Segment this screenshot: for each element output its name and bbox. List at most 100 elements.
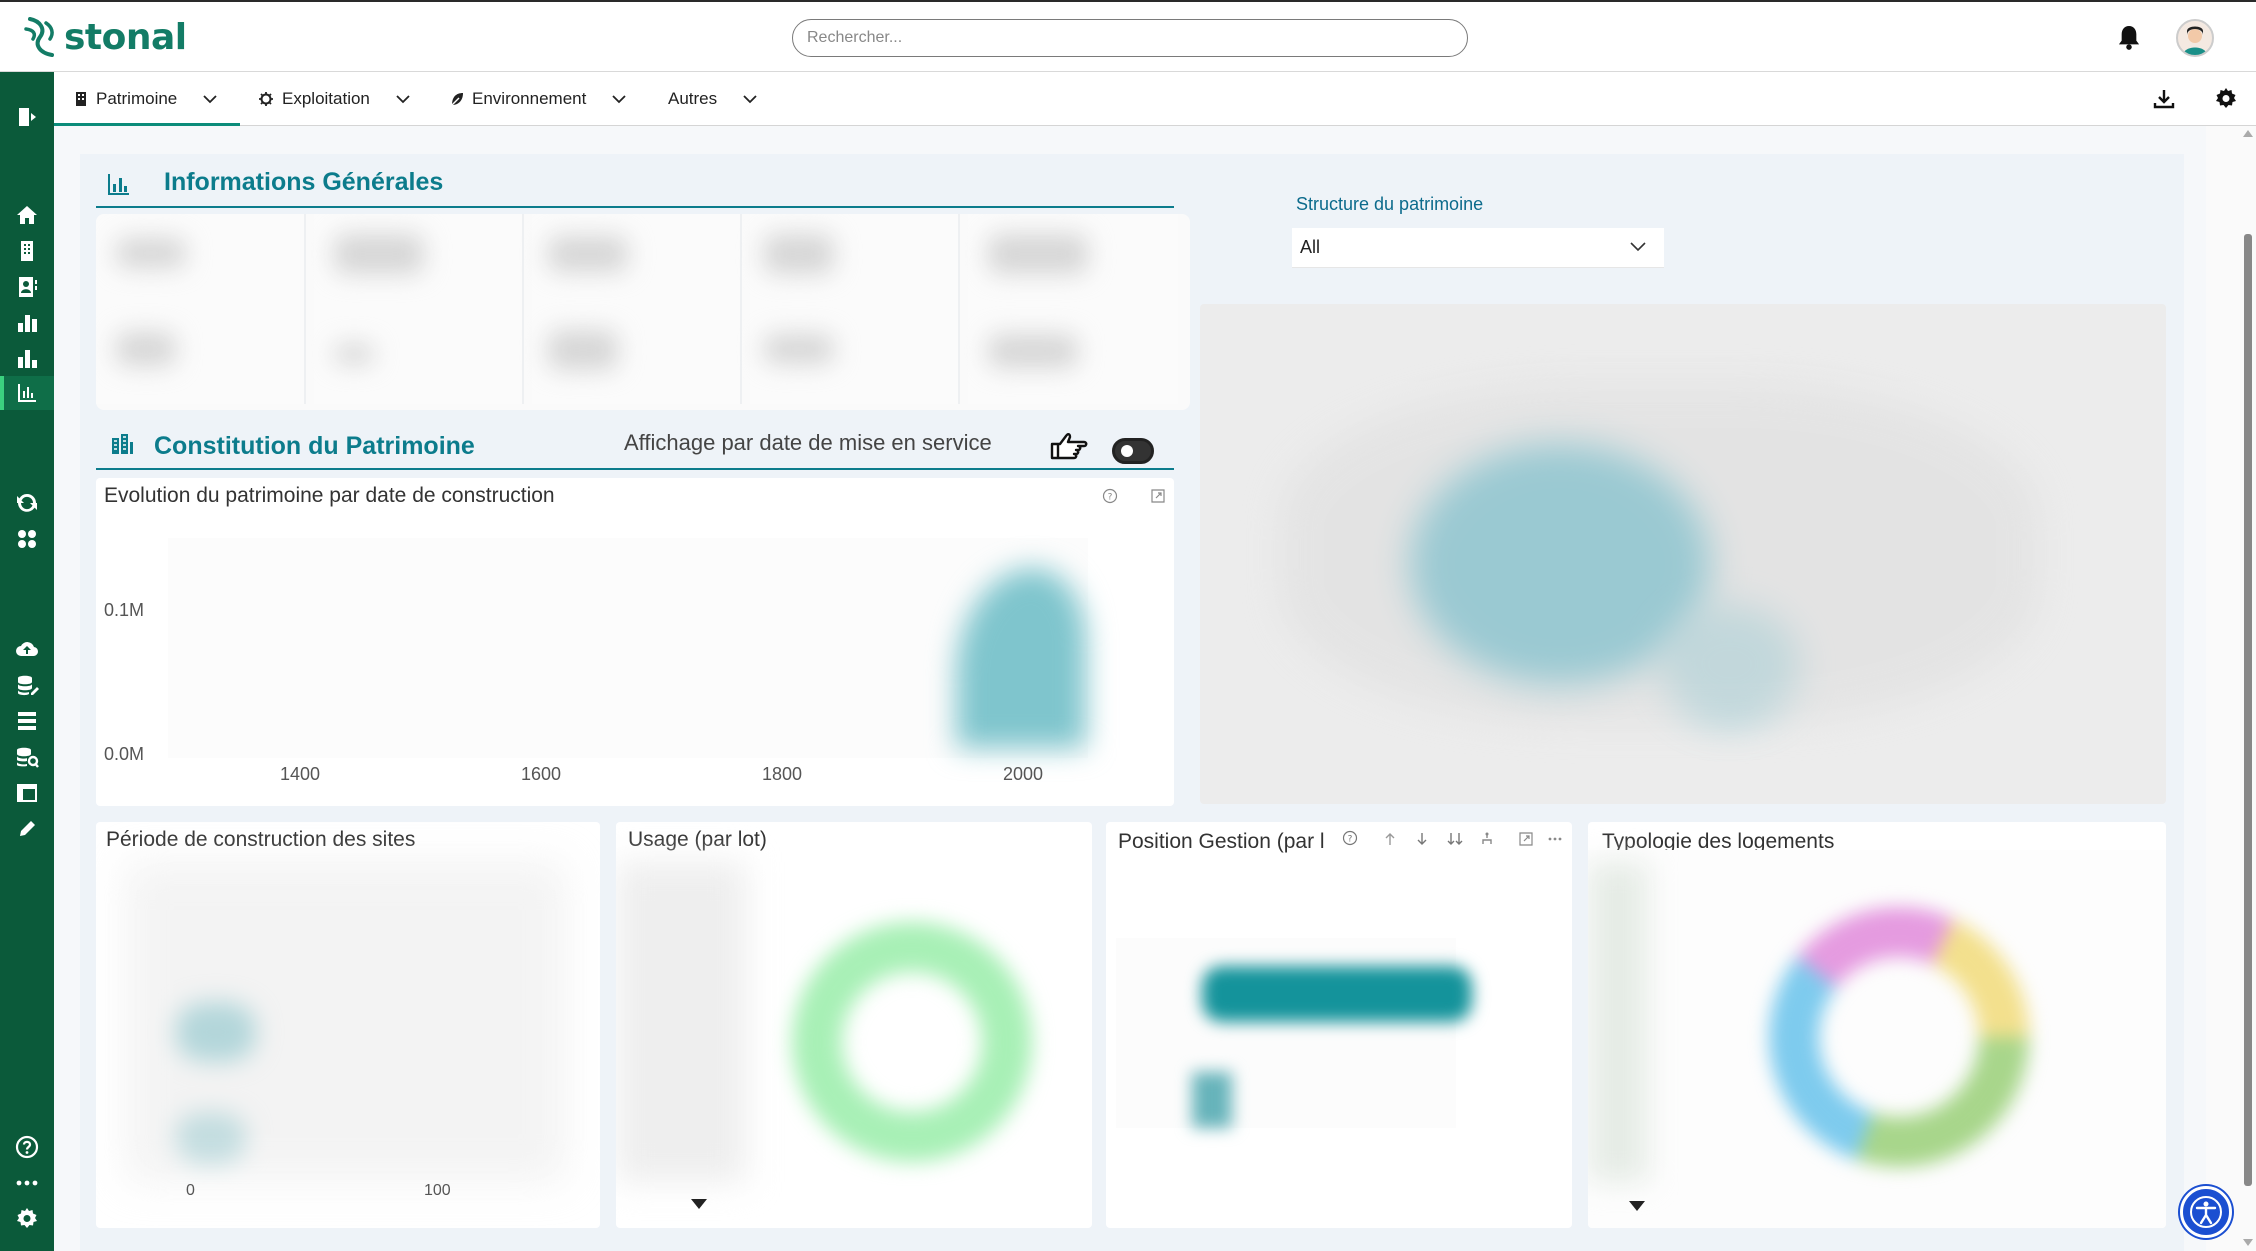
chevron-down-icon [203,95,217,104]
building-icon[interactable] [13,238,41,264]
bar-chart-icon[interactable] [13,310,41,336]
search-placeholder: Rechercher... [807,29,903,46]
caret-down-icon[interactable] [690,1198,708,1210]
nav-item-exploitation[interactable]: Exploitation [258,72,410,126]
drill-hierarchy-icon[interactable] [1480,832,1494,846]
date-toggle-switch[interactable] [1112,438,1154,464]
section-divider [96,468,1174,470]
top-bar: stonal Rechercher... [0,0,2256,72]
kpi-grid [96,214,1190,410]
kpi-card [96,214,306,404]
cloud-upload-icon[interactable] [13,636,41,662]
user-avatar-icon [2183,26,2207,55]
help-icon[interactable] [13,1134,41,1160]
database-search-icon[interactable] [13,744,41,770]
sync-icon[interactable] [13,490,41,516]
search-input[interactable]: Rechercher... [792,19,1468,57]
svg-text:?: ? [1108,493,1113,503]
section-divider [96,206,1174,208]
chart-section-icon [108,174,129,195]
logout-icon[interactable] [13,104,41,130]
nav-item-environnement[interactable]: Environnement [450,72,626,126]
logo-text: stonal [64,16,187,58]
x-tick-label: 1800 [762,764,803,784]
chevron-down-icon [396,95,410,104]
bell-icon[interactable] [2118,24,2140,50]
map-visual[interactable] [1200,304,2166,804]
nav-item-patrimoine[interactable]: Patrimoine [74,72,217,126]
kpi-card [750,214,960,404]
stats-icon[interactable] [13,346,41,372]
section-title-constitution: Constitution du Patrimoine [154,432,475,460]
structure-select[interactable]: All [1292,228,1664,268]
chart-plot-area [168,538,1088,758]
filter-label: Structure du patrimoine [1296,194,1484,214]
building-small-icon [76,92,86,106]
pen-icon[interactable] [13,816,41,842]
nav-bar: Patrimoine Exploitation Environnement Au… [54,72,2256,126]
gears-icon [259,92,273,106]
apps-icon[interactable] [13,526,41,552]
chart-card-typologie[interactable]: Typologie des logements [1588,822,2166,1228]
section-title-general: Informations Générales [164,168,444,196]
chart-title: Evolution du patrimoine par date de cons… [104,484,555,507]
help-circle-icon[interactable]: ? [1102,488,1118,504]
more-dots-icon[interactable] [13,1170,41,1196]
x-tick-label: 0 [186,1182,195,1199]
toggle-knob [1121,445,1133,457]
download-icon[interactable] [2152,87,2176,111]
nav-label-patrimoine: Patrimoine [96,89,178,108]
scroll-up-arrow-icon[interactable] [2242,128,2254,138]
donut-chart [1769,907,2029,1167]
nav-item-autres[interactable]: Autres [668,72,757,126]
chart-title: Position Gestion (par l [1118,830,1325,853]
y-tick-label: 0.0M [104,744,145,764]
stonal-logo[interactable]: stonal [24,14,187,60]
avatar[interactable] [2176,19,2214,57]
nav-label-exploitation: Exploitation [282,89,370,108]
nav-label-autres: Autres [668,89,718,108]
dashboard-chart-icon[interactable] [13,380,41,406]
chart-card-usage[interactable]: Usage (par lot) [616,822,1092,1228]
kpi-card [314,214,524,404]
chart-card-position[interactable]: Position Gestion (par l ? [1106,822,1572,1228]
home-icon[interactable] [13,202,41,228]
pointing-hand-icon [1050,433,1088,460]
city-buildings-icon [112,434,133,454]
scroll-down-arrow-icon[interactable] [2242,1238,2254,1248]
sidebar [0,72,54,1251]
expand-icon[interactable] [1518,831,1534,847]
toggle-label: Affichage par date de mise en service [624,430,992,455]
double-arrow-down-icon[interactable] [1446,832,1464,846]
chart-card-periode[interactable]: Période de construction des sites 0 100 [96,822,600,1228]
kpi-card [968,214,1178,404]
chevron-down-icon [1630,242,1646,252]
chevron-down-icon [743,95,757,104]
chart-title: Usage (par lot) [628,828,767,851]
table-icon[interactable] [13,780,41,806]
svg-text:?: ? [1348,835,1353,845]
arrow-down-icon[interactable] [1416,832,1428,846]
kpi-card [532,214,742,404]
database-edit-icon[interactable] [13,672,41,698]
scrollbar-thumb[interactable] [2244,234,2252,1186]
caret-down-icon[interactable] [1628,1200,1646,1212]
settings-gear-icon[interactable] [2214,87,2238,111]
expand-icon[interactable] [1150,488,1166,504]
y-tick-label: 0.1M [104,600,145,620]
accessibility-button[interactable] [2180,1186,2232,1238]
leaf-icon [450,93,463,107]
arrow-up-icon[interactable] [1384,832,1396,846]
x-tick-label: 2000 [1003,764,1044,784]
help-circle-icon[interactable]: ? [1342,830,1358,846]
x-tick-label: 1600 [521,764,562,784]
x-tick-label: 1400 [280,764,321,784]
nav-label-environnement: Environnement [472,89,587,108]
chart-card-evolution[interactable]: Evolution du patrimoine par date de cons… [96,478,1174,806]
more-options-icon[interactable] [1548,832,1562,846]
list-icon[interactable] [13,708,41,734]
chevron-down-icon [612,95,626,104]
settings-gear-icon[interactable] [13,1206,41,1232]
contact-card-icon[interactable] [13,274,41,300]
stonal-logo-icon [24,17,54,57]
